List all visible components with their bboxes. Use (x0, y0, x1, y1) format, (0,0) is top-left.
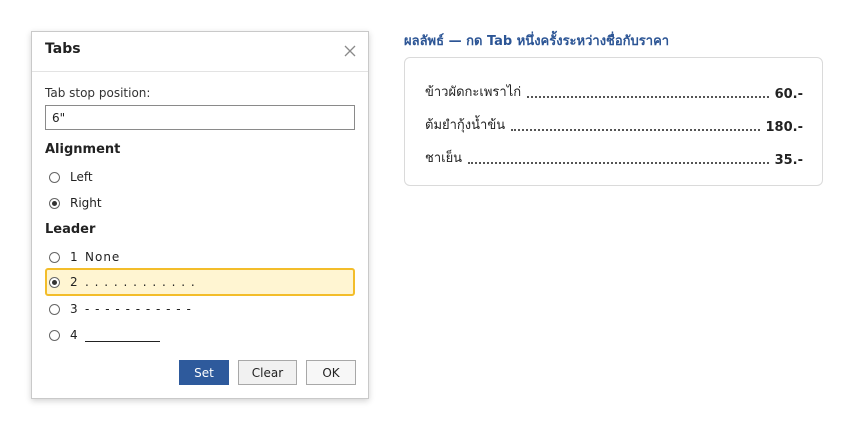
leader-4-underline-sample (85, 333, 160, 342)
ok-button[interactable]: OK (306, 360, 356, 385)
alignment-left-option[interactable]: Left (45, 166, 93, 188)
alignment-right-option[interactable]: Right (45, 192, 102, 214)
dot-leader (527, 96, 769, 98)
menu-row: ต้มยำกุ้งน้ำข้น 180.- (425, 111, 803, 135)
set-button[interactable]: Set (179, 360, 229, 385)
alignment-left-radio[interactable] (49, 171, 60, 183)
dot-leader (511, 129, 760, 131)
leader-1-radio[interactable] (49, 251, 60, 263)
preview-card: ข้าวผัดกะเพราไก่ 60.- ต้มยำกุ้งน้ำข้น 18… (404, 57, 823, 186)
dot-leader (468, 162, 769, 164)
leader-2-label: . . . . . . . . . . . . (85, 275, 196, 289)
leader-1-number: 1 (70, 250, 78, 264)
alignment-heading: Alignment (45, 142, 121, 157)
leader-3-number: 3 (70, 302, 78, 316)
alignment-right-label: Right (70, 196, 102, 210)
leader-option-4[interactable]: 4 (45, 324, 355, 346)
clear-button[interactable]: Clear (238, 360, 297, 385)
menu-row: ชาเย็น 35.- (425, 144, 803, 168)
menu-item-name: ข้าวผัดกะเพราไก่ (425, 85, 522, 100)
menu-item-price: 35.- (774, 153, 803, 168)
dialog-header: Tabs (32, 32, 368, 72)
leader-3-radio[interactable] (49, 303, 60, 315)
close-icon[interactable] (340, 41, 360, 61)
menu-item-name: ชาเย็น (425, 151, 463, 166)
alignment-right-radio[interactable] (49, 197, 60, 209)
tab-stop-input[interactable] (45, 105, 355, 130)
leader-3-label: - - - - - - - - - - - (85, 302, 192, 316)
leader-2-radio[interactable] (49, 276, 60, 288)
leader-4-radio[interactable] (49, 329, 60, 341)
menu-item-name: ต้มยำกุ้งน้ำข้น (425, 118, 506, 133)
tabs-dialog: Tabs Tab stop position: Alignment Left R… (31, 31, 369, 399)
leader-option-1[interactable]: 1 None (45, 246, 355, 268)
tab-stop-label: Tab stop position: (45, 86, 151, 100)
alignment-left-label: Left (70, 170, 93, 184)
leader-heading: Leader (45, 222, 96, 237)
dialog-title: Tabs (45, 41, 81, 57)
leader-1-label: None (85, 250, 121, 264)
leader-option-2[interactable]: 2 . . . . . . . . . . . . (45, 268, 355, 296)
menu-row: ข้าวผัดกะเพราไก่ 60.- (425, 78, 803, 102)
menu-item-price: 60.- (774, 87, 803, 102)
leader-4-number: 4 (70, 328, 78, 342)
leader-option-3[interactable]: 3 - - - - - - - - - - - (45, 298, 355, 320)
leader-2-number: 2 (70, 275, 78, 289)
preview-heading: ผลลัพธ์ — กด Tab หนึ่งครั้งระหว่างชื่อกั… (404, 34, 670, 49)
menu-item-price: 180.- (765, 120, 803, 135)
